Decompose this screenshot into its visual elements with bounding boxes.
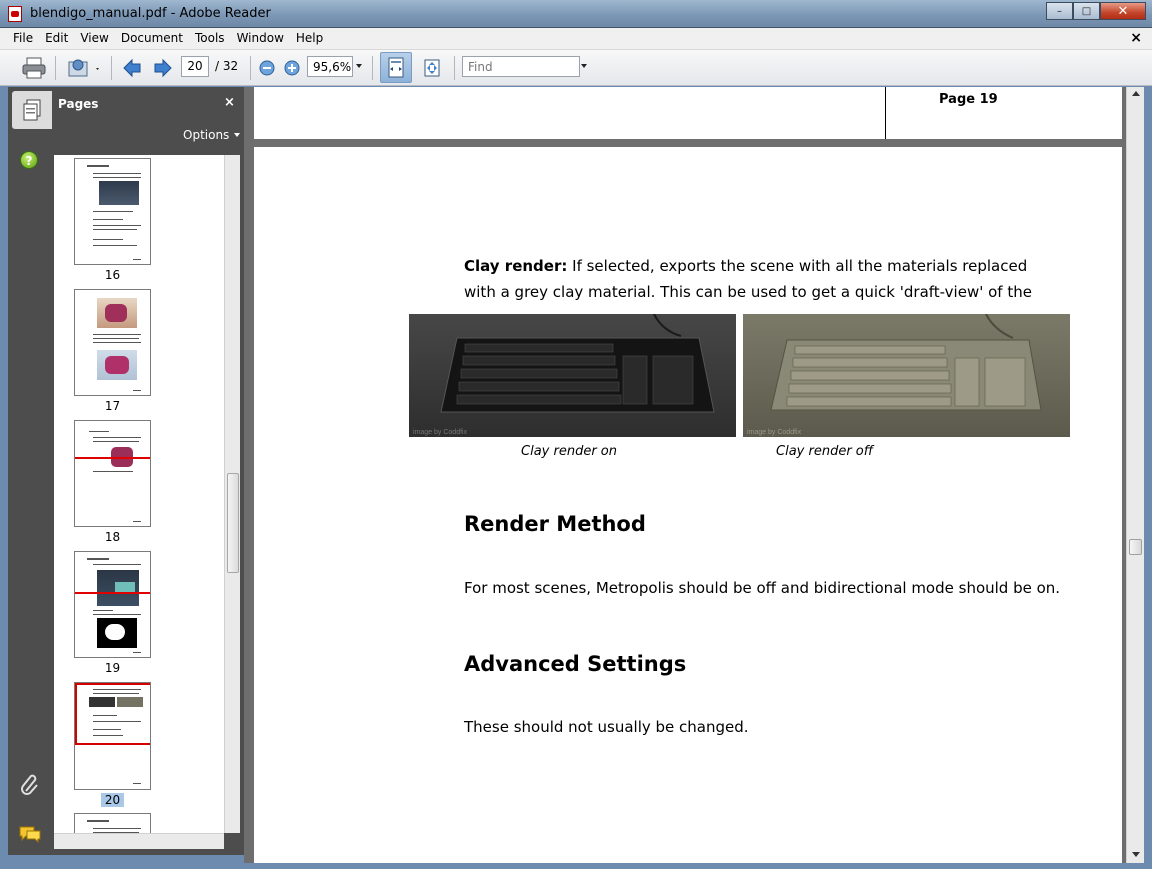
thumbnails-scrollbar[interactable]	[224, 155, 240, 833]
print-button[interactable]	[20, 55, 48, 81]
thumbnail-label: 16	[104, 268, 121, 282]
caption-clay-render-off: Clay render off	[776, 444, 874, 459]
pages-panel-title: Pages	[58, 97, 99, 111]
next-page-icon	[154, 58, 172, 78]
menu-tools[interactable]: Tools	[189, 28, 231, 45]
find-dropdown-arrow-icon[interactable]	[581, 64, 587, 68]
close-panel-button[interactable]: ×	[224, 95, 235, 110]
clay-render-on-image: image by Coddfix	[409, 314, 736, 437]
next-page-button[interactable]	[151, 55, 175, 81]
document-page: Clay render: If selected, exports the sc…	[254, 147, 1122, 863]
window-frame-left	[0, 86, 8, 869]
heading-advanced-settings: Advanced Settings	[464, 652, 687, 676]
document-scrollbar[interactable]	[1126, 87, 1144, 863]
pdf-file-icon	[8, 6, 22, 22]
page-number-input[interactable]: 20	[181, 56, 209, 77]
thumbnails-horizontal-scrollbar[interactable]	[54, 833, 224, 849]
menu-window[interactable]: Window	[231, 28, 290, 45]
zoom-in-button[interactable]	[282, 55, 302, 81]
scroll-down-arrow-icon[interactable]	[1132, 852, 1140, 857]
navigation-rail: ?	[8, 87, 52, 855]
thumbnail-page-17[interactable]	[74, 289, 151, 396]
menu-file[interactable]: File	[7, 28, 39, 45]
thumbnail-page-19[interactable]	[74, 551, 151, 658]
share-icon	[68, 59, 99, 77]
zoom-out-button[interactable]	[257, 55, 277, 81]
thumbnail-label-selected: 20	[74, 793, 151, 807]
thumbnail-page-21[interactable]	[74, 813, 151, 833]
zoom-level-field[interactable]: 95,6%	[307, 56, 353, 77]
toolbar: 20 / 32 95,6% Find	[0, 50, 1152, 86]
minimize-button[interactable]: –	[1046, 2, 1073, 20]
menu-document[interactable]: Document	[115, 28, 189, 45]
thumbnails-scroll-thumb[interactable]	[227, 473, 239, 573]
fit-width-button[interactable]	[380, 52, 412, 83]
zoom-dropdown-arrow-icon[interactable]	[356, 64, 362, 68]
menu-help[interactable]: Help	[290, 28, 329, 45]
pages-panel: Pages × Options 16 17 18 19 20	[52, 87, 244, 855]
window-controls: – □ ✕	[1046, 2, 1146, 20]
heading-render-method: Render Method	[464, 512, 646, 536]
title-bar: blendigo_manual.pdf - Adobe Reader – □ ✕	[0, 0, 1152, 28]
advanced-settings-paragraph: These should not usually be changed.	[464, 718, 749, 736]
pages-panel-header: Pages × Options	[52, 87, 244, 151]
pages-icon	[23, 99, 41, 121]
window-title: blendigo_manual.pdf - Adobe Reader	[30, 6, 271, 21]
fit-page-button[interactable]	[421, 55, 443, 81]
clay-render-off-image: image by Coddfix	[743, 314, 1070, 437]
fit-width-icon	[388, 57, 404, 78]
zoom-in-icon	[284, 60, 300, 76]
fit-page-icon	[424, 59, 440, 77]
document-view[interactable]: Page 19 Clay render: If selected, export…	[244, 87, 1126, 863]
zoom-out-icon	[259, 60, 275, 76]
render-method-paragraph: For most scenes, Metropolis should be of…	[464, 579, 1061, 597]
close-document-button[interactable]: ×	[1130, 30, 1142, 46]
close-window-button[interactable]: ✕	[1100, 2, 1146, 20]
help-icon[interactable]: ?	[20, 151, 38, 169]
menu-bar: File Edit View Document Tools Window Help ×	[0, 28, 1152, 50]
print-icon	[22, 57, 46, 79]
previous-page-button[interactable]	[120, 55, 144, 81]
scroll-up-arrow-icon[interactable]	[1132, 91, 1140, 96]
find-input[interactable]: Find	[462, 56, 580, 77]
window-frame-bottom	[0, 855, 244, 869]
attachments-button[interactable]	[20, 773, 40, 795]
thumbnail-label: 18	[104, 530, 121, 544]
comment-icon	[19, 826, 41, 844]
thumbnail-page-20[interactable]	[74, 682, 151, 790]
menu-edit[interactable]: Edit	[39, 28, 74, 45]
page-count: / 32	[215, 59, 239, 73]
page-thumbnails: 16 17 18 19 20	[54, 155, 224, 833]
pages-panel-tab[interactable]	[12, 91, 52, 129]
maximize-button[interactable]: □	[1073, 2, 1100, 20]
page-number-label: Page 19	[939, 92, 998, 107]
menu-view[interactable]: View	[74, 28, 114, 45]
previous-page-footer: Page 19	[254, 87, 1122, 139]
thumbnail-label: 17	[104, 399, 121, 413]
thumbnail-page-16[interactable]	[74, 158, 151, 265]
comments-button[interactable]	[18, 825, 42, 844]
document-scroll-thumb[interactable]	[1129, 539, 1142, 555]
footer-divider	[885, 87, 886, 139]
clay-render-term: Clay render:	[464, 257, 568, 275]
previous-page-icon	[123, 58, 141, 78]
options-menu[interactable]: Options	[183, 128, 240, 142]
image-credit: image by Coddfix	[413, 429, 468, 436]
image-credit: image by Coddfix	[747, 429, 802, 436]
paperclip-icon	[21, 774, 38, 795]
share-button[interactable]	[64, 55, 104, 81]
thumbnail-page-18[interactable]	[74, 420, 151, 527]
caption-clay-render-on: Clay render on	[521, 444, 617, 459]
thumbnail-label: 19	[104, 661, 121, 675]
